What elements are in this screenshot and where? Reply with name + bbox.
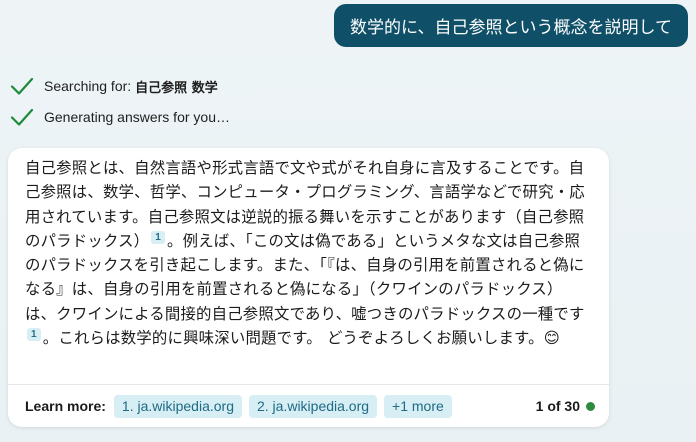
source-link[interactable]: 1. ja.wikipedia.org xyxy=(113,394,242,418)
source-link[interactable]: 2. ja.wikipedia.org xyxy=(248,394,378,418)
status-label: Searching for: xyxy=(44,78,132,94)
search-query: 自己参照 数学 xyxy=(135,80,218,96)
answer-text: 自己参照とは、自然言語や形式言語で文や式がそれ自身に言及することです。自己参照は… xyxy=(25,156,593,350)
more-sources-button[interactable]: +1 more xyxy=(384,394,452,418)
citation-badge[interactable]: 1 xyxy=(151,230,166,244)
answer-card: 自己参照とは、自然言語や形式言語で文や式がそれ自身に言及することです。自己参照は… xyxy=(8,148,609,427)
check-icon xyxy=(10,77,34,95)
learn-more-bar: Learn more: 1. ja.wikipedia.org 2. ja.wi… xyxy=(25,394,595,418)
status-label: Generating answers for you… xyxy=(44,109,230,125)
citation-badge[interactable]: 1 xyxy=(27,328,41,342)
status-dot-icon xyxy=(586,401,595,411)
user-message-bubble: 数学的に、自己参照という概念を説明して xyxy=(334,4,688,47)
card-divider xyxy=(8,384,609,385)
status-searching: Searching for: 自己参照 数学 xyxy=(10,74,218,98)
check-icon xyxy=(10,108,34,126)
status-generating: Generating answers for you… xyxy=(10,105,230,129)
response-counter: 1 of 30 xyxy=(535,398,580,414)
answer-segment: 。これらは数学的に興味深い問題です。 どうぞよろしくお願いします。😊 xyxy=(42,329,560,348)
user-message-text: 数学的に、自己参照という概念を説明して xyxy=(350,18,672,38)
learn-more-label: Learn more: xyxy=(25,398,106,414)
